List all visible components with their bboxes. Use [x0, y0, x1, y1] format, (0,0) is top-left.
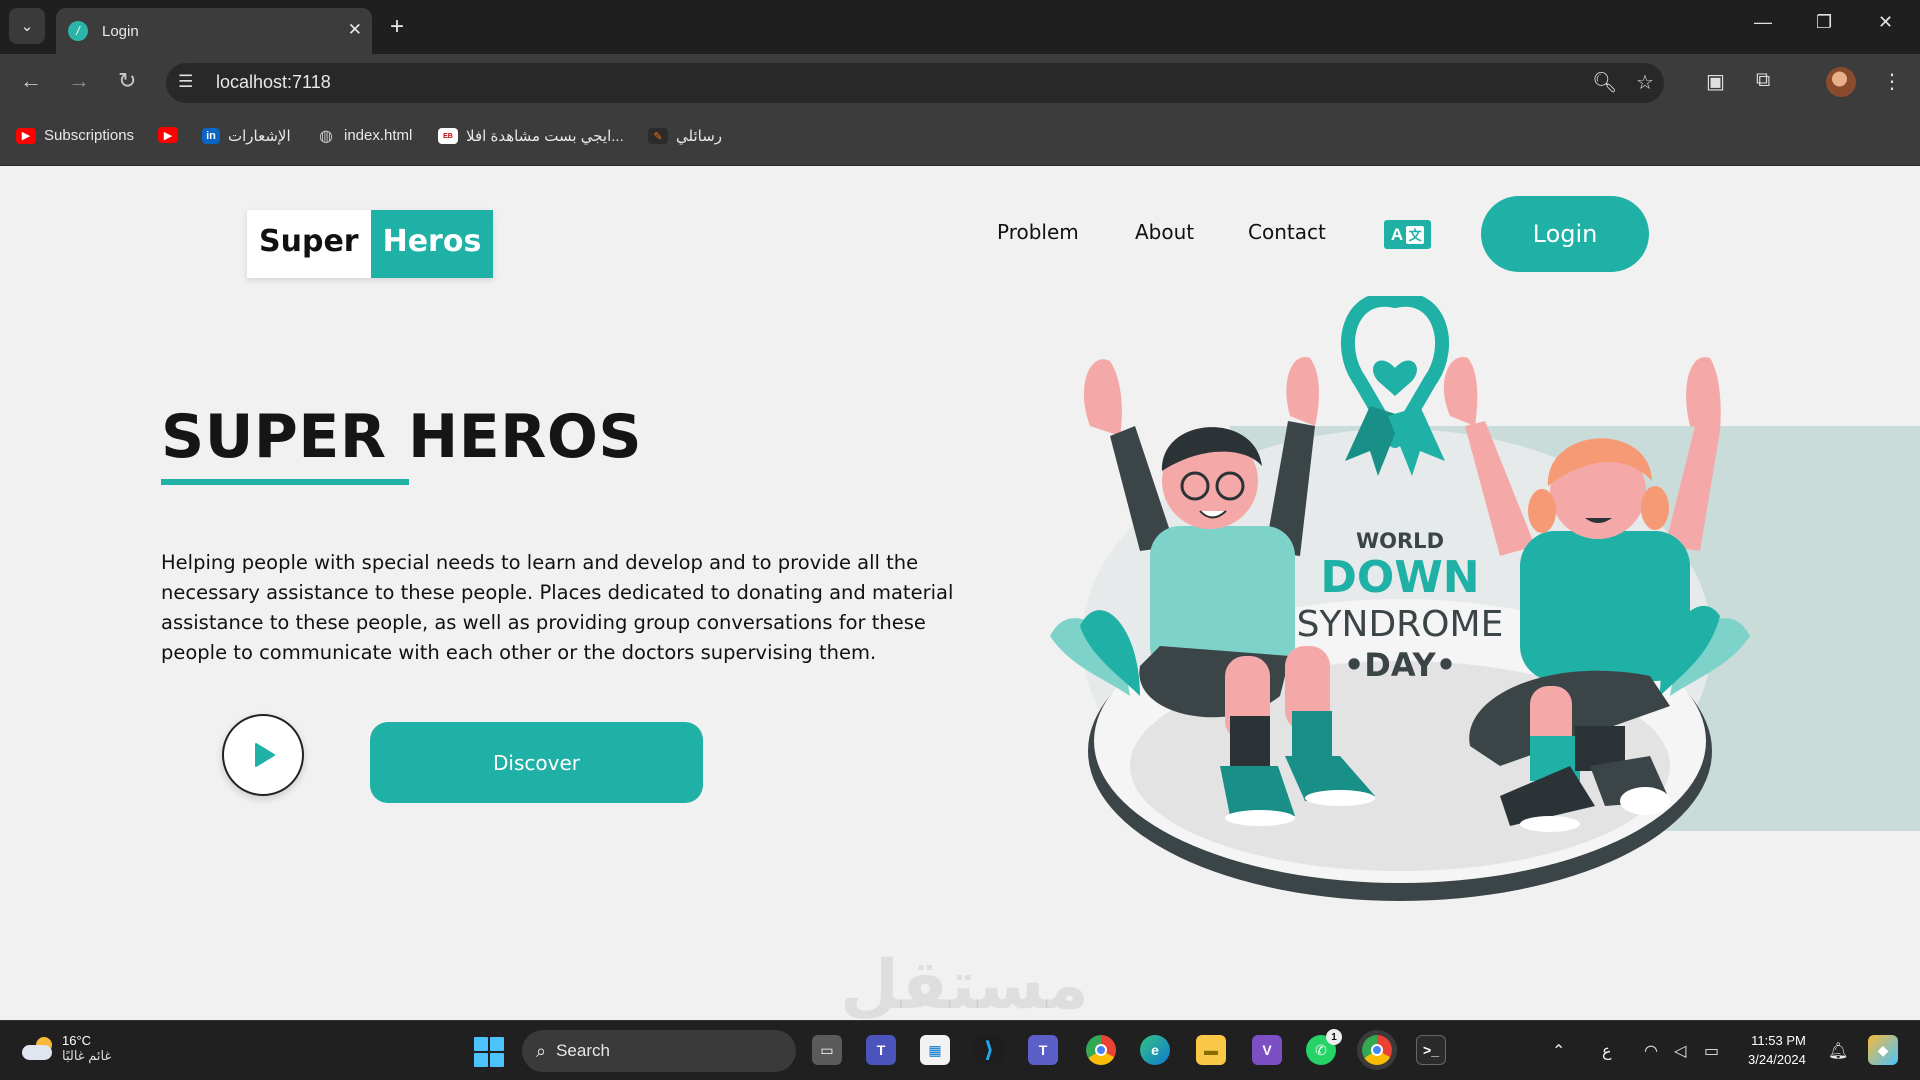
- terminal-icon[interactable]: >_: [1416, 1035, 1446, 1065]
- teams-icon[interactable]: T: [866, 1035, 896, 1065]
- browser-tab-bar: ⌄ / Login ✕ + — ❐ ✕: [0, 0, 1920, 54]
- clock-date: 3/24/2024: [1748, 1052, 1806, 1067]
- globe-icon: ◍: [319, 127, 333, 145]
- visual-studio-icon[interactable]: V: [1252, 1035, 1282, 1065]
- restore-icon[interactable]: ❐: [1816, 12, 1832, 33]
- search-icon: ⌕: [536, 1040, 547, 1061]
- edge-icon[interactable]: e: [1140, 1035, 1170, 1065]
- chrome-icon[interactable]: [1086, 1035, 1116, 1065]
- tab-title: Login: [102, 22, 139, 40]
- teams-work-icon[interactable]: T: [1028, 1035, 1058, 1065]
- windows-start-icon[interactable]: [474, 1037, 504, 1067]
- nav-link-contact[interactable]: Contact: [1248, 220, 1326, 244]
- whatsapp-badge: 1: [1326, 1029, 1342, 1045]
- menu-icon[interactable]: ⋮: [1882, 69, 1902, 94]
- site-logo[interactable]: Super Heros: [247, 210, 494, 278]
- browser-tab[interactable]: / Login ✕: [56, 8, 372, 54]
- new-tab-icon[interactable]: +: [390, 13, 404, 41]
- tab-search-button[interactable]: ⌄: [9, 8, 45, 44]
- search-label: Search: [556, 1041, 610, 1060]
- profile-avatar[interactable]: [1826, 67, 1856, 97]
- nav-link-problem[interactable]: Problem: [997, 220, 1079, 244]
- bookmark-star-icon[interactable]: ☆: [1636, 70, 1654, 95]
- bookmark-subscriptions[interactable]: ▶ Subscriptions: [16, 127, 134, 144]
- bookmark-linkedin[interactable]: in الإشعارات: [202, 127, 291, 145]
- bookmark-label: الإشعارات: [228, 128, 291, 145]
- linkedin-icon: in: [202, 128, 220, 144]
- taskbar-search[interactable]: ⌕ Search: [522, 1030, 796, 1072]
- weather-temperature: 16°C: [62, 1033, 92, 1048]
- clock-time: 11:53 PM: [1751, 1033, 1806, 1048]
- bookmark-egybest[interactable]: EB ايجي بست مشاهدة افلا...: [438, 127, 624, 145]
- language-toggle-button[interactable]: A 文: [1384, 220, 1431, 249]
- microsoft-store-icon[interactable]: ▦: [920, 1035, 950, 1065]
- translate-icon-a: A: [1390, 224, 1404, 244]
- bookmarks-bar: ▶ Subscriptions ▶ in الإشعارات ◍ index.h…: [0, 110, 1920, 166]
- illustration-text-day: •DAY•: [1344, 646, 1456, 684]
- vscode-icon[interactable]: ⟩: [974, 1035, 1004, 1065]
- youtube-icon: ▶: [16, 127, 36, 144]
- web-page: Super Heros Problem About Contact A 文 Lo…: [0, 166, 1920, 1020]
- bookmark-messages[interactable]: ✎ رسائلي: [648, 127, 722, 145]
- close-window-icon[interactable]: ✕: [1878, 12, 1893, 33]
- discover-button[interactable]: Discover: [370, 722, 703, 803]
- messages-icon: ✎: [648, 128, 668, 144]
- file-explorer-icon[interactable]: ▬: [1196, 1035, 1226, 1065]
- egybest-icon: EB: [438, 128, 458, 144]
- hero-title-underline: [161, 479, 409, 485]
- bookmark-label: index.html: [344, 127, 413, 144]
- play-icon: [255, 743, 275, 767]
- system-clock[interactable]: 11:53 PM 3/24/2024: [1748, 1031, 1806, 1069]
- weather-widget[interactable]: 16°C غائم غالبًا: [22, 1033, 111, 1064]
- zoom-icon[interactable]: 🔍︎: [1592, 70, 1617, 95]
- show-hidden-icons-icon[interactable]: ⌃: [1552, 1041, 1565, 1061]
- task-view-icon[interactable]: ▭: [812, 1035, 842, 1065]
- address-bar[interactable]: ☰ localhost:7118 🔍︎ ☆: [166, 63, 1664, 103]
- browser-toolbar: ← → ↻ ☰ localhost:7118 🔍︎ ☆ ▣ ⧉ ⋮: [0, 54, 1920, 110]
- extensions-icon[interactable]: ⧉: [1756, 69, 1770, 92]
- wifi-icon[interactable]: ◠: [1644, 1041, 1658, 1061]
- hero-description: Helping people with special needs to lea…: [161, 551, 954, 664]
- logo-text-super: Super: [247, 210, 371, 278]
- translate-icon-z: 文: [1406, 225, 1425, 244]
- tab-favicon-icon: /: [68, 21, 88, 41]
- whatsapp-icon[interactable]: ✆ 1: [1306, 1029, 1342, 1065]
- battery-icon[interactable]: ▭: [1704, 1041, 1719, 1061]
- camera-icon[interactable]: ▣: [1706, 69, 1725, 94]
- weather-description: غائم غالبًا: [62, 1048, 112, 1063]
- world-down-syndrome-day-illustration: WORLD DOWN SYNDROME •DAY•: [1050, 296, 1920, 901]
- logo-text-heros: Heros: [370, 210, 494, 278]
- bookmark-index-html[interactable]: ◍ index.html: [316, 127, 413, 145]
- forward-icon[interactable]: →: [68, 68, 90, 94]
- windows-taskbar: 16°C غائم غالبًا ⌕ Search ▭ T ▦ ⟩ T e ▬ …: [0, 1020, 1920, 1080]
- bookmark-youtube[interactable]: ▶: [158, 127, 186, 143]
- bookmark-label: Subscriptions: [44, 127, 135, 144]
- minimize-icon[interactable]: —: [1754, 12, 1772, 33]
- hero-title: SUPER HEROS: [161, 402, 643, 472]
- bookmark-label: رسائلي: [676, 128, 723, 145]
- reload-icon[interactable]: ↻: [118, 68, 136, 94]
- tab-close-icon[interactable]: ✕: [348, 20, 362, 40]
- volume-icon[interactable]: ◁: [1674, 1041, 1686, 1061]
- copilot-icon[interactable]: ◆: [1868, 1035, 1898, 1065]
- illustration-text-down: DOWN: [1320, 552, 1479, 603]
- play-video-button[interactable]: [222, 714, 304, 796]
- site-info-icon[interactable]: ☰: [178, 72, 193, 92]
- illustration-text-syndrome: SYNDROME: [1297, 604, 1504, 645]
- illustration-text-world: WORLD: [1356, 529, 1444, 553]
- url-text[interactable]: localhost:7118: [216, 72, 331, 93]
- notifications-bell-icon[interactable]: 🔔︎: [1828, 1041, 1848, 1061]
- back-icon[interactable]: ←: [20, 68, 42, 94]
- login-button[interactable]: Login: [1481, 196, 1649, 272]
- mostaql-watermark: مستقل: [840, 946, 1089, 1020]
- input-language-indicator[interactable]: ع: [1602, 1041, 1612, 1061]
- nav-link-about[interactable]: About: [1135, 220, 1194, 244]
- bookmark-label: ايجي بست مشاهدة افلا...: [466, 128, 624, 145]
- chrome-active-icon[interactable]: [1362, 1035, 1392, 1065]
- cloud-sun-icon: [22, 1036, 54, 1061]
- youtube-icon: ▶: [158, 127, 178, 143]
